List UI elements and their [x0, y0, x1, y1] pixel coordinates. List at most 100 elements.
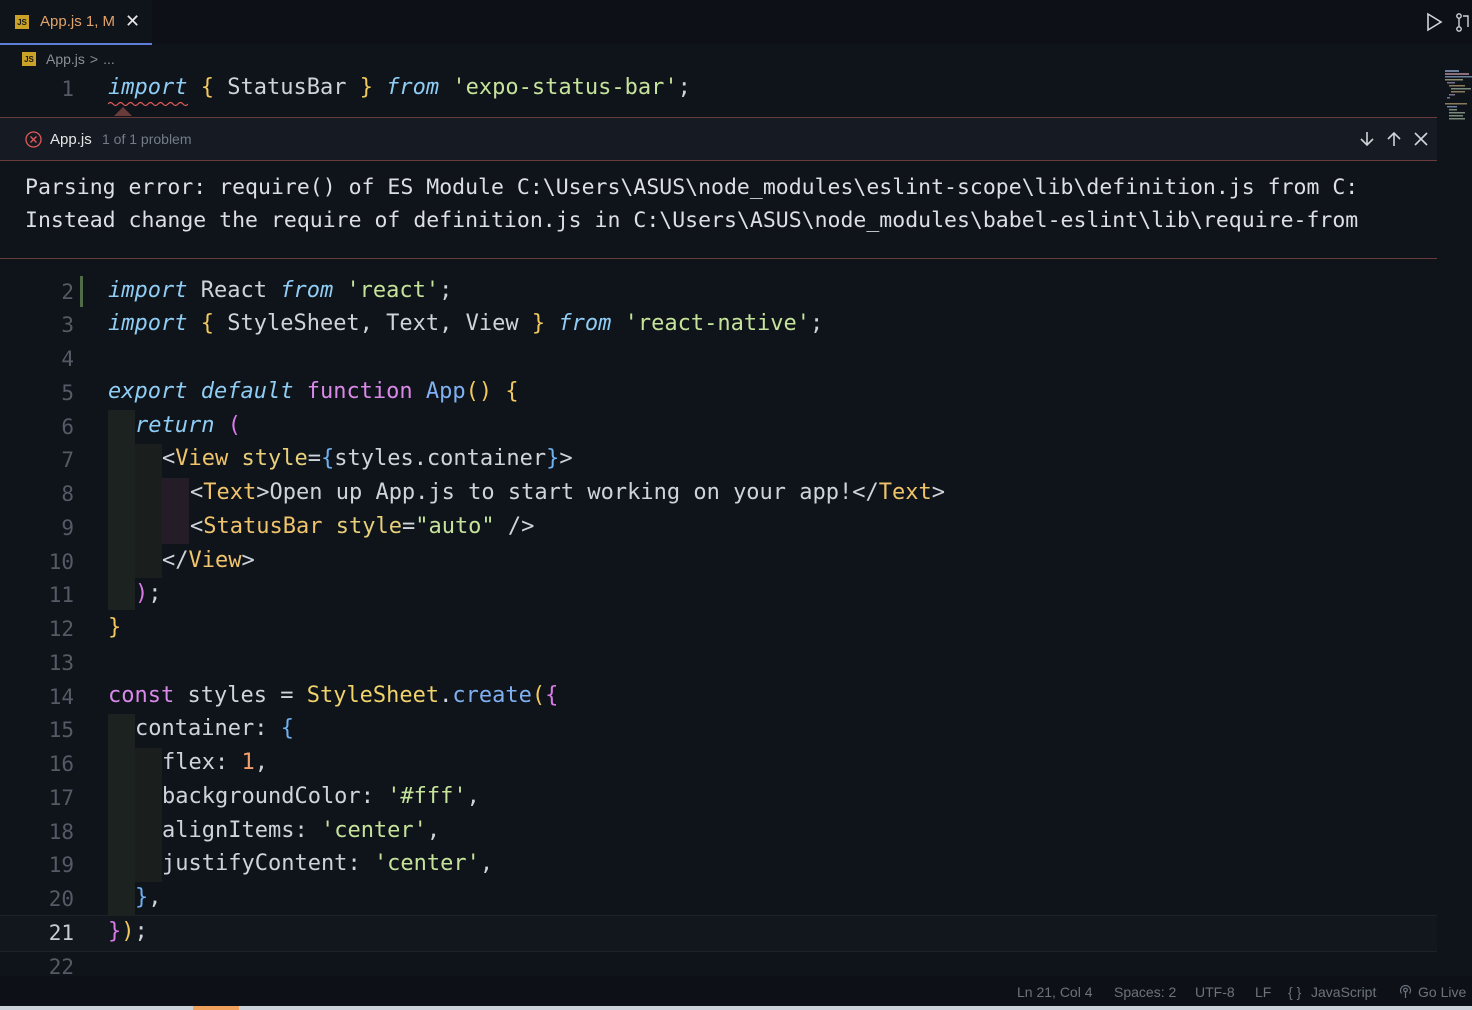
problem-message-line: Instead change the require of definition… — [25, 208, 1359, 233]
keyword: import — [108, 75, 188, 100]
line-number: 5 — [61, 381, 74, 405]
tag-name: View — [188, 548, 242, 573]
cursor-position[interactable]: Ln 21, Col 4 — [1017, 984, 1093, 1000]
current-line-highlight — [0, 915, 1437, 952]
identifier: styles — [174, 683, 281, 708]
tag-name: Text — [878, 480, 932, 505]
line-number: 19 — [48, 853, 74, 877]
brace: { — [545, 683, 559, 708]
code-line-12[interactable]: } — [108, 615, 121, 640]
keyword: function — [306, 379, 413, 404]
end-of-line[interactable]: LF — [1255, 984, 1271, 1000]
indent-guide — [135, 748, 162, 882]
minimap[interactable] — [1437, 68, 1472, 128]
indentation-setting[interactable]: Spaces: 2 — [1114, 984, 1176, 1000]
code-line-18[interactable]: alignItems: 'center', — [162, 818, 440, 843]
brace: { — [280, 716, 294, 741]
identifier: styles.container — [334, 446, 547, 471]
breadcrumb-separator: > — [89, 51, 99, 67]
line-number: 10 — [48, 550, 74, 574]
language-mode[interactable]: JavaScript — [1311, 984, 1376, 1000]
code-line-7[interactable]: <View style={styles.container}> — [162, 446, 573, 471]
tag-bracket: < — [162, 446, 176, 471]
encoding[interactable]: UTF-8 — [1195, 984, 1235, 1000]
js-file-icon: JS — [22, 52, 36, 66]
line-number: 3 — [61, 313, 74, 337]
arrow-up-icon[interactable] — [1385, 129, 1403, 149]
brace: { — [505, 379, 519, 404]
line-number: 16 — [48, 752, 74, 776]
attribute: style — [335, 514, 402, 539]
property-key: justifyContent — [162, 851, 348, 876]
arrow-down-icon[interactable] — [1358, 129, 1376, 149]
brace: } — [108, 615, 122, 640]
punctuation: ; — [677, 75, 691, 100]
keyword: const — [108, 683, 175, 708]
line-number: 11 — [48, 583, 74, 607]
code-line-2[interactable]: import React from 'react'; — [108, 278, 452, 303]
line-number: 12 — [48, 617, 74, 641]
line-number: 4 — [61, 347, 74, 371]
operator: = — [307, 446, 321, 471]
punctuation: , — [426, 818, 441, 843]
brace: { — [320, 446, 335, 471]
identifier: StatusBar — [213, 75, 360, 100]
string: 'react-native' — [624, 311, 811, 336]
string: 'expo-status-bar' — [452, 75, 678, 100]
breadcrumb-more[interactable]: ... — [103, 51, 115, 67]
problem-message-line: Parsing error: require() of ES Module C:… — [25, 175, 1359, 200]
keyword: from — [280, 278, 334, 303]
problem-pointer — [114, 107, 132, 116]
line-number: 17 — [48, 786, 74, 810]
string: "auto" — [415, 514, 495, 539]
code-line-10[interactable]: </View> — [162, 548, 255, 573]
keyword: return — [135, 413, 215, 438]
code-line-8[interactable]: <Text>Open up App.js to start working on… — [190, 480, 945, 505]
tag-bracket: </ — [852, 480, 879, 505]
paren: ( — [227, 413, 241, 438]
tab-app-js[interactable]: JS App.js 1, M ✕ — [0, 0, 152, 45]
code-line-6[interactable]: return ( — [135, 413, 241, 438]
code-line-1[interactable]: import { StatusBar } from 'expo-status-b… — [108, 75, 691, 100]
split-editor-icon[interactable] — [1455, 11, 1472, 33]
git-modified-marker — [80, 276, 83, 307]
method-name: create — [452, 683, 532, 708]
run-icon[interactable] — [1424, 11, 1444, 33]
punctuation: , — [254, 750, 268, 775]
tag-bracket: </ — [162, 548, 189, 573]
punctuation: : — [294, 818, 321, 843]
brace: } — [135, 885, 149, 910]
code-line-11[interactable]: ); — [135, 581, 162, 606]
code-line-20[interactable]: }, — [135, 885, 162, 910]
close-tab-button[interactable]: ✕ — [125, 11, 140, 32]
code-line-14[interactable]: const styles = StyleSheet.create({ — [108, 683, 558, 708]
code-line-17[interactable]: backgroundColor: '#fff', — [162, 784, 480, 809]
property-key: backgroundColor — [162, 784, 361, 809]
code-line-19[interactable]: justifyContent: 'center', — [162, 851, 493, 876]
class-name: StyleSheet — [306, 683, 440, 708]
close-icon[interactable] — [1413, 130, 1429, 148]
code-line-15[interactable]: container: { — [135, 716, 294, 741]
tag-name: Text — [203, 480, 257, 505]
string: '#fff' — [387, 784, 467, 809]
breadcrumb: JS App.js > ... — [22, 50, 115, 68]
go-live-button[interactable]: Go Live — [1418, 984, 1466, 1000]
punctuation: , — [479, 851, 494, 876]
line-number: 7 — [61, 448, 74, 472]
braces-icon: { } — [1288, 984, 1302, 1000]
brace: { — [200, 75, 214, 100]
keyword: default — [200, 379, 294, 404]
code-line-5[interactable]: export default function App() { — [108, 379, 519, 404]
punctuation: . — [439, 683, 453, 708]
brace: { — [200, 311, 214, 336]
code-line-3[interactable]: import { StyleSheet, Text, View } from '… — [108, 311, 823, 336]
line-number: 15 — [48, 718, 74, 742]
breadcrumb-file[interactable]: App.js — [46, 51, 85, 67]
identifier: React — [187, 278, 281, 303]
code-line-21[interactable]: }); — [108, 919, 148, 944]
code-line-16[interactable]: flex: 1, — [162, 750, 268, 775]
code-line-9[interactable]: <StatusBar style="auto" /> — [190, 514, 534, 539]
line-number: 9 — [61, 516, 74, 540]
tag-bracket: < — [190, 480, 204, 505]
property-key: alignItems — [162, 818, 295, 843]
